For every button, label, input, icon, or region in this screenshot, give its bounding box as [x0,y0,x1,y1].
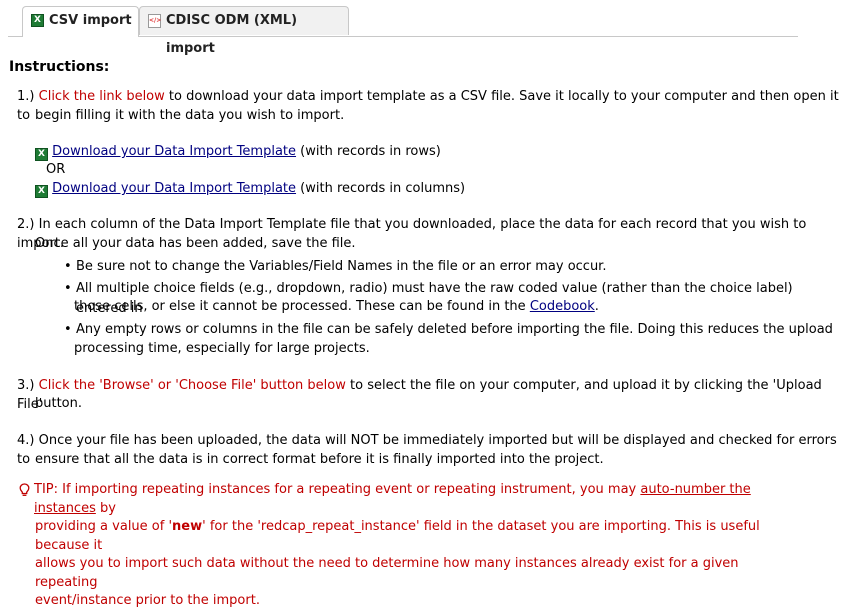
tab-cdisc-odm-import-label: CDISC ODM (XML) import [166,13,298,56]
bullet-text: those cells, or else it cannot be proces… [74,299,530,314]
excel-icon: X [35,185,48,198]
download-template-rows-link[interactable]: Download your Data Import Template [52,144,296,159]
bullet-text: Any empty rows or columns in the file ca… [76,322,833,337]
tab-csv-import-label: CSV import [49,13,132,28]
instructions-heading: Instructions: [9,59,110,75]
rows-suffix: (with records in rows) [296,144,441,159]
step-4-number: 4.) [17,433,35,448]
step-3-line-2: button. [35,396,83,411]
tip-bold-new: new [172,519,203,534]
bullet-item-continued: those cells, or else it cannot be proces… [74,297,599,317]
bullet-text: processing time, especially for large pr… [74,341,370,356]
bullet-text: Be sure not to change the Variables/Fiel… [76,259,607,274]
tip-text: providing a value of ' [35,519,173,534]
download-template-columns-link[interactable]: Download your Data Import Template [52,181,296,196]
step-3-line-1: 3.) Click the 'Browse' or 'Choose File' … [17,376,843,414]
step-2-line-2: Once all your data has been added, save … [35,236,356,251]
bullet-item-continued: processing time, especially for large pr… [74,339,370,359]
or-text: OR [46,162,66,177]
tip-note: TIP: If importing repeating instances fo… [19,481,789,611]
step-1-line-2: begin filling it with the data you wish … [35,108,345,123]
download-template-columns: X Download your Data Import Template (wi… [35,179,465,198]
codebook-link[interactable]: Codebook [530,299,595,314]
tip-text: by [95,500,116,516]
tip-text: TIP: If importing repeating instances fo… [34,482,641,497]
tab-cdisc-odm-import[interactable]: </> CDISC ODM (XML) import [139,6,349,56]
import-tabs: X CSV import </> CDISC ODM (XML) import [8,6,798,56]
download-template-rows: X Download your Data Import Template (wi… [35,142,441,161]
tip-text: event/instance prior to the import. [35,593,260,608]
step-3-red-text: Click the 'Browse' or 'Choose File' butt… [38,378,346,393]
step-1-number: 1.) [17,89,35,104]
xml-file-icon: </> [148,14,161,28]
bullet-item: • Be sure not to change the Variables/Fie… [64,259,607,274]
tab-csv-import[interactable]: X CSV import [22,6,139,37]
lightbulb-icon [19,483,30,496]
excel-icon: X [31,14,44,27]
columns-suffix: (with records in columns) [296,181,466,196]
step-4-line-2: ensure that all the data is in correct f… [35,452,604,467]
step-2-number: 2.) [17,217,35,232]
bullet-item: • Any empty rows or columns in the file c… [64,322,833,337]
step-1-red-text: Click the link below [38,89,165,104]
bullet-text: . [594,299,599,314]
step-3-number: 3.) [17,378,35,393]
